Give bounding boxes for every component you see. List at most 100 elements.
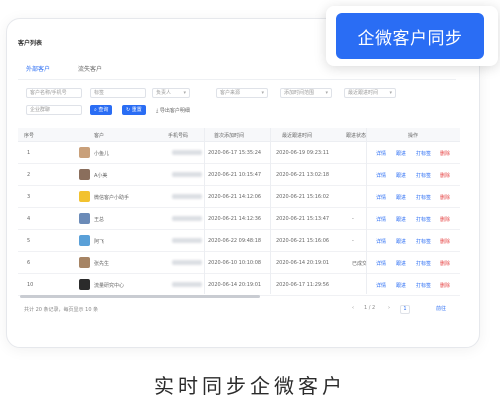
delete-action[interactable]: 删除 bbox=[440, 172, 450, 179]
tag-action[interactable]: 打标签 bbox=[416, 238, 431, 245]
follow-time-select[interactable]: 最近跟进时间 ▾ bbox=[344, 88, 396, 98]
added-time: 2020-06-21 14:12:36 bbox=[208, 216, 262, 222]
page-title: 客户列表 bbox=[18, 40, 43, 47]
table-row: 1 小鱼儿 2020-06-17 15:35:24 2020-06-19 09:23:… bbox=[18, 142, 460, 164]
horizontal-scrollbar[interactable] bbox=[20, 295, 260, 298]
column-divider bbox=[270, 128, 271, 294]
added-time: 2020-06-17 15:35:24 bbox=[208, 150, 262, 156]
follow-time: 2020-06-21 15:16:02 bbox=[276, 194, 330, 200]
follow-time: 2020-06-21 15:16:06 bbox=[276, 238, 330, 244]
added-time: 2020-06-21 10:15:47 bbox=[208, 172, 262, 178]
masked-phone bbox=[172, 260, 202, 265]
detail-action[interactable]: 详情 bbox=[376, 150, 386, 157]
customer-name[interactable]: 小鱼儿 bbox=[94, 150, 109, 157]
source-select[interactable]: 客户来源 ▾ bbox=[216, 88, 268, 98]
detail-action[interactable]: 详情 bbox=[376, 238, 386, 245]
customer-name[interactable]: 阿飞 bbox=[94, 238, 104, 245]
follow-action[interactable]: 跟进 bbox=[396, 238, 406, 245]
table-row: 10 流量研究中心 2020-06-14 20:19:01 2020-06-17 11… bbox=[18, 274, 460, 296]
follow-status: - bbox=[352, 238, 354, 244]
follow-action[interactable]: 跟进 bbox=[396, 282, 406, 289]
row-index: 3 bbox=[27, 194, 31, 200]
row-index: 6 bbox=[27, 260, 31, 266]
goto-page-button[interactable]: 前往 bbox=[436, 305, 446, 314]
row-index: 2 bbox=[27, 172, 31, 178]
row-index: 1 bbox=[27, 150, 31, 156]
follow-time: 2020-06-21 15:13:47 bbox=[276, 216, 330, 222]
follow-action[interactable]: 跟进 bbox=[396, 172, 406, 179]
table-row: 6 张先生 2020-06-10 10:10:08 2020-06-14 20:19:… bbox=[18, 252, 460, 274]
detail-action[interactable]: 详情 bbox=[376, 194, 386, 201]
customer-name[interactable]: 微信客户小助手 bbox=[94, 194, 129, 201]
follow-action[interactable]: 跟进 bbox=[396, 150, 406, 157]
page-number-input[interactable]: 1 bbox=[400, 305, 410, 314]
table-row: 3 微信客户小助手 2020-06-21 14:12:06 2020-06-21 15… bbox=[18, 186, 460, 208]
added-time: 2020-06-22 09:48:18 bbox=[208, 238, 262, 244]
customer-name[interactable]: 流量研究中心 bbox=[94, 282, 124, 289]
avatar bbox=[79, 169, 90, 180]
col-index: 序号 bbox=[24, 133, 35, 139]
tag-action[interactable]: 打标签 bbox=[416, 172, 431, 179]
table-header: 序号 客户 手机号码 首次添加时间 最近跟进时间 跟进状态 操作 bbox=[18, 128, 460, 142]
avatar bbox=[79, 191, 90, 202]
follow-action[interactable]: 跟进 bbox=[396, 216, 406, 223]
group-chat-input[interactable]: 企业群聊 bbox=[26, 105, 82, 115]
owner-select[interactable]: 负责人 ▾ bbox=[152, 88, 190, 98]
row-index: 5 bbox=[27, 238, 31, 244]
detail-action[interactable]: 详情 bbox=[376, 172, 386, 179]
follow-time: 2020-06-21 13:02:18 bbox=[276, 172, 330, 178]
customer-name[interactable]: A小美 bbox=[94, 172, 107, 179]
follow-status: 已成交 bbox=[352, 261, 368, 267]
added-time: 2020-06-10 10:10:08 bbox=[208, 260, 262, 266]
tag-action[interactable]: 打标签 bbox=[416, 194, 431, 201]
customer-name[interactable]: 张先生 bbox=[94, 260, 109, 267]
masked-phone bbox=[172, 194, 202, 199]
chevron-down-icon: ▾ bbox=[325, 90, 328, 96]
delete-action[interactable]: 删除 bbox=[440, 260, 450, 267]
wecom-sync-button[interactable]: 企微客户同步 bbox=[336, 13, 484, 59]
follow-time: 2020-06-17 11:29:56 bbox=[276, 282, 330, 288]
detail-action[interactable]: 详情 bbox=[376, 260, 386, 267]
delete-action[interactable]: 删除 bbox=[440, 238, 450, 245]
column-divider bbox=[366, 128, 367, 294]
detail-action[interactable]: 详情 bbox=[376, 216, 386, 223]
chevron-down-icon: ▾ bbox=[261, 90, 264, 96]
tab-external-customers[interactable]: 外部客户 bbox=[26, 64, 51, 80]
prev-page-icon[interactable]: ‹ bbox=[352, 305, 354, 314]
col-customer: 客户 bbox=[94, 133, 105, 139]
delete-action[interactable]: 删除 bbox=[440, 150, 450, 157]
pagination-summary: 共计 20 条记录，每页显示 10 条 bbox=[24, 307, 99, 313]
search-button-label: 查询 bbox=[98, 107, 109, 113]
table-row: 4 王总 2020-06-21 14:12:36 2020-06-21 15:13:4… bbox=[18, 208, 460, 230]
export-link[interactable]: ⤓ 导出客户明细 bbox=[156, 107, 190, 114]
customer-name-input[interactable]: 客户名称/手机号 bbox=[26, 88, 82, 98]
source-select-label: 客户来源 bbox=[220, 90, 241, 96]
search-button[interactable]: ⌕ 查询 bbox=[90, 105, 113, 115]
follow-action[interactable]: 跟进 bbox=[396, 260, 406, 267]
follow-time: 2020-06-14 20:19:01 bbox=[276, 260, 330, 266]
tag-input[interactable]: 标签 bbox=[90, 88, 146, 98]
reset-button[interactable]: ↻ 重置 bbox=[122, 105, 146, 115]
avatar bbox=[79, 235, 90, 246]
table-row: 2 A小美 2020-06-21 10:15:47 2020-06-21 13:02:… bbox=[18, 164, 460, 186]
customer-name[interactable]: 王总 bbox=[94, 216, 104, 223]
delete-action[interactable]: 删除 bbox=[440, 194, 450, 201]
delete-action[interactable]: 删除 bbox=[440, 282, 450, 289]
next-page-icon[interactable]: › bbox=[388, 305, 390, 314]
reset-button-label: 重置 bbox=[131, 107, 142, 113]
tag-action[interactable]: 打标签 bbox=[416, 282, 431, 289]
tag-action[interactable]: 打标签 bbox=[416, 150, 431, 157]
tag-action[interactable]: 打标签 bbox=[416, 260, 431, 267]
delete-action[interactable]: 删除 bbox=[440, 216, 450, 223]
chevron-down-icon: ▾ bbox=[389, 90, 392, 96]
tab-lost-customers[interactable]: 流失客户 bbox=[78, 64, 102, 80]
masked-phone bbox=[172, 282, 202, 287]
col-added-time: 首次添加时间 bbox=[214, 133, 245, 139]
tag-action[interactable]: 打标签 bbox=[416, 216, 431, 223]
detail-action[interactable]: 详情 bbox=[376, 282, 386, 289]
follow-status: - bbox=[352, 216, 354, 222]
owner-select-label: 负责人 bbox=[156, 90, 172, 96]
page-info: 1 / 2 bbox=[364, 305, 376, 311]
add-time-select[interactable]: 添加时间范围 ▾ bbox=[280, 88, 332, 98]
follow-action[interactable]: 跟进 bbox=[396, 194, 406, 201]
